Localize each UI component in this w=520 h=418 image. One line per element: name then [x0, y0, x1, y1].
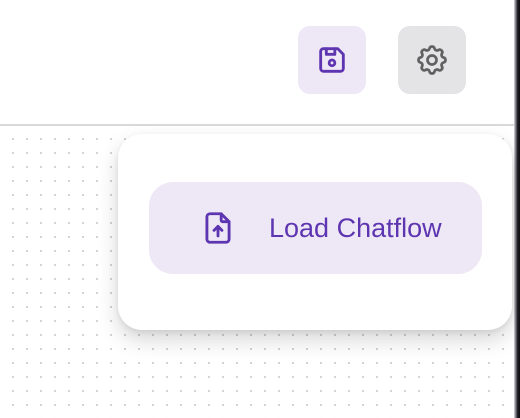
load-chatflow-label: Load Chatflow [269, 213, 442, 243]
save-chatflow-button[interactable] [298, 26, 366, 94]
window-edge [514, 0, 520, 418]
header-bar [0, 0, 514, 126]
save-icon [319, 47, 345, 73]
load-chatflow-menu-item[interactable]: Load Chatflow [149, 182, 482, 274]
gear-icon [417, 45, 447, 75]
file-upload-icon [205, 212, 231, 244]
settings-button[interactable] [398, 26, 466, 94]
settings-dropdown-menu: Load Chatflow [118, 134, 512, 330]
